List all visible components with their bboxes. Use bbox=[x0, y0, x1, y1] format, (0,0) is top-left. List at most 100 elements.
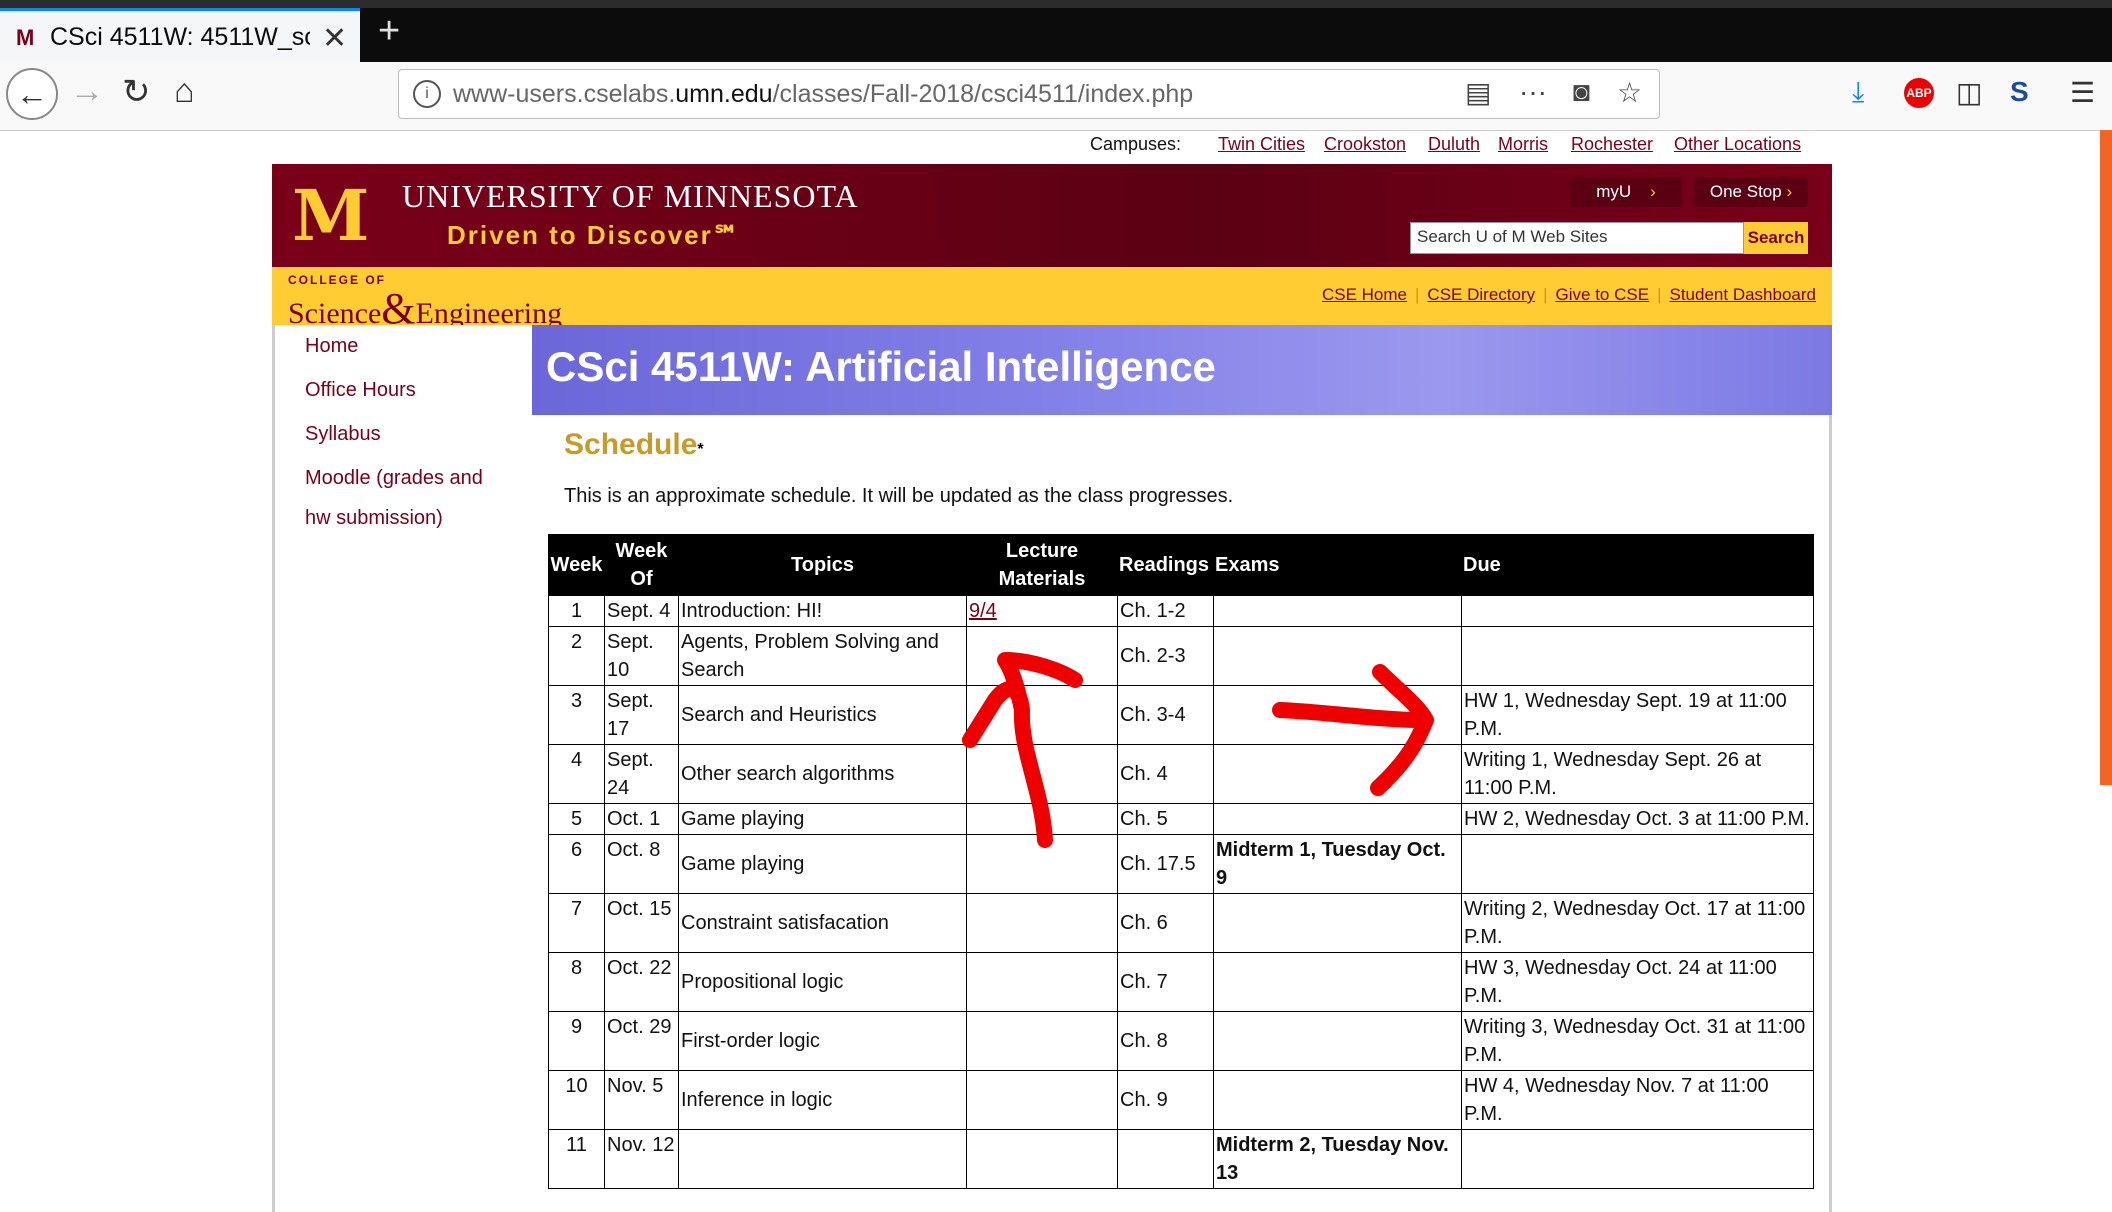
pocket-icon[interactable]: ◙ bbox=[1573, 76, 1590, 108]
topic-cell: Game playing bbox=[678, 803, 967, 835]
download-icon[interactable]: ⤓ bbox=[1852, 76, 1864, 109]
extension-s-icon[interactable]: S bbox=[2010, 76, 2029, 108]
column-header: Due bbox=[1461, 534, 1814, 596]
reader-view-icon[interactable]: ▤ bbox=[1465, 76, 1491, 109]
week-of-cell: Sept. 17 bbox=[604, 685, 679, 745]
week-cell: 2 bbox=[548, 626, 605, 686]
table-row: 8 Oct. 22 Propositional logic Ch. 7 HW 3, We… bbox=[548, 952, 1814, 1012]
give-to-cse-link[interactable]: Give to CSE bbox=[1556, 285, 1650, 304]
university-name[interactable]: UNIVERSITY OF MINNESOTA bbox=[402, 178, 859, 215]
home-icon[interactable]: ⌂ bbox=[174, 72, 195, 111]
topic-cell: Constraint satisfacation bbox=[678, 893, 967, 953]
week-of-cell: Oct. 8 bbox=[604, 834, 679, 894]
lecture-link[interactable]: 9/4 bbox=[969, 600, 997, 622]
myu-button[interactable]: myU › bbox=[1570, 177, 1682, 207]
lecture-cell bbox=[966, 893, 1118, 953]
topic-cell: First-order logic bbox=[678, 1011, 967, 1071]
forward-icon[interactable]: → bbox=[70, 72, 104, 111]
week-of-cell: Nov. 5 bbox=[604, 1070, 679, 1130]
tab-title: CSci 4511W: 4511W_schedule bbox=[50, 23, 310, 51]
table-row: 6 Oct. 8 Game playing Ch. 17.5 Midterm 1, Tu… bbox=[548, 834, 1814, 894]
campus-link[interactable]: Rochester bbox=[1571, 134, 1653, 155]
onestop-button[interactable]: One Stop › bbox=[1694, 177, 1808, 207]
week-cell: 8 bbox=[548, 952, 605, 1012]
column-header: Week bbox=[548, 534, 605, 596]
tagline: Driven to Discover℠ bbox=[447, 220, 742, 250]
due-cell bbox=[1461, 1129, 1814, 1189]
sidebar-item-office-hours[interactable]: Office Hours bbox=[305, 379, 416, 402]
topic-cell: Game playing bbox=[678, 834, 967, 894]
address-bar[interactable]: i www-users.cselabs.umn.edu/classes/Fall… bbox=[398, 69, 1660, 119]
exam-cell bbox=[1213, 1011, 1462, 1071]
close-tab-icon[interactable]: ✕ bbox=[322, 21, 347, 56]
due-cell: Writing 1, Wednesday Sept. 26 at 11:00 P… bbox=[1461, 744, 1814, 804]
week-of-cell: Oct. 15 bbox=[604, 893, 679, 953]
week-cell: 11 bbox=[548, 1129, 605, 1189]
lecture-cell: 9/4 bbox=[966, 595, 1118, 627]
exam-cell: Midterm 2, Tuesday Nov. 13 bbox=[1213, 1129, 1462, 1189]
umn-search-button[interactable]: Search bbox=[1744, 222, 1808, 254]
table-row: 2 Sept. 10 Agents, Problem Solving and Sea… bbox=[548, 626, 1814, 686]
bookmark-star-icon[interactable]: ☆ bbox=[1617, 76, 1642, 109]
column-header: Lecture Materials bbox=[966, 534, 1118, 596]
reading-cell: Ch. 2-3 bbox=[1117, 626, 1214, 686]
campus-link[interactable]: Other Locations bbox=[1674, 134, 1801, 155]
sidebar-item-moodle-2[interactable]: hw submission) bbox=[305, 507, 443, 530]
sidebar-toggle-icon[interactable]: ◫ bbox=[1956, 76, 1982, 109]
cse-directory-link[interactable]: CSE Directory bbox=[1427, 285, 1535, 304]
topic-cell: Introduction: HI! bbox=[678, 595, 967, 627]
topic-cell: Search and Heuristics bbox=[678, 685, 967, 745]
sidebar-item-syllabus[interactable]: Syllabus bbox=[305, 423, 381, 446]
table-row: 10 Nov. 5 Inference in logic Ch. 9 HW 4, Wed… bbox=[548, 1070, 1814, 1130]
red-arrow-up-annotation bbox=[962, 652, 1083, 848]
reading-cell: Ch. 9 bbox=[1117, 1070, 1214, 1130]
student-dashboard-link[interactable]: Student Dashboard bbox=[1670, 285, 1817, 304]
menu-icon[interactable]: ☰ bbox=[2070, 76, 2095, 109]
due-cell bbox=[1461, 626, 1814, 686]
lecture-cell bbox=[966, 1129, 1118, 1189]
week-cell: 5 bbox=[548, 803, 605, 835]
umn-favicon-icon: M bbox=[16, 25, 35, 50]
campus-link[interactable]: Twin Cities bbox=[1218, 134, 1305, 155]
week-cell: 9 bbox=[548, 1011, 605, 1071]
reading-cell: Ch. 1-2 bbox=[1117, 595, 1214, 627]
table-row: 1 Sept. 4 Introduction: HI! 9/4 Ch. 1-2 bbox=[548, 595, 1814, 627]
umn-search-input[interactable]: Search U of M Web Sites bbox=[1410, 222, 1744, 254]
course-title-bar: CSci 4511W: Artificial Intelligence bbox=[532, 325, 1832, 415]
sidebar-item-home[interactable]: Home bbox=[305, 335, 358, 358]
week-of-cell: Sept. 10 bbox=[604, 626, 679, 686]
adblock-icon[interactable]: ABP bbox=[1904, 78, 1934, 108]
due-cell: HW 1, Wednesday Sept. 19 at 11:00 P.M. bbox=[1461, 685, 1814, 745]
week-cell: 1 bbox=[548, 595, 605, 627]
schedule-table: Week Week Of Topics Lecture Materials Re… bbox=[548, 534, 1814, 1189]
due-cell bbox=[1461, 595, 1814, 627]
umn-block-m-logo[interactable]: M bbox=[292, 181, 370, 251]
lecture-cell bbox=[966, 1011, 1118, 1071]
page-actions-icon[interactable]: ··· bbox=[1519, 76, 1547, 108]
section-heading: Schedule* bbox=[564, 428, 704, 461]
site-info-icon[interactable]: i bbox=[413, 80, 441, 108]
back-icon[interactable]: ← bbox=[6, 68, 58, 120]
week-of-cell: Oct. 29 bbox=[604, 1011, 679, 1071]
week-cell: 3 bbox=[548, 685, 605, 745]
reading-cell: Ch. 5 bbox=[1117, 803, 1214, 835]
campus-link[interactable]: Morris bbox=[1498, 134, 1548, 155]
topic-cell: Inference in logic bbox=[678, 1070, 967, 1130]
sidebar-item-moodle[interactable]: Moodle (grades and bbox=[305, 467, 483, 490]
campus-link[interactable]: Crookston bbox=[1324, 134, 1406, 155]
campus-link[interactable]: Duluth bbox=[1428, 134, 1480, 155]
reading-cell: Ch. 8 bbox=[1117, 1011, 1214, 1071]
cse-band: COLLEGE OF Science&Engineering CSE Home |… bbox=[272, 267, 1832, 333]
navigation-toolbar: ← → ↻ ⌂ i www-users.cselabs.umn.edu/clas… bbox=[0, 62, 2112, 131]
column-header: Readings bbox=[1117, 534, 1214, 596]
due-cell: HW 3, Wednesday Oct. 24 at 11:00 P.M. bbox=[1461, 952, 1814, 1012]
browser-tab[interactable]: M CSci 4511W: 4511W_schedule ✕ bbox=[0, 8, 360, 62]
new-tab-icon[interactable]: + bbox=[378, 10, 400, 53]
cse-home-link[interactable]: CSE Home bbox=[1322, 285, 1407, 304]
reading-cell: Ch. 7 bbox=[1117, 952, 1214, 1012]
scrollbar-thumb[interactable] bbox=[2100, 130, 2112, 785]
week-of-cell: Nov. 12 bbox=[604, 1129, 679, 1189]
reload-icon[interactable]: ↻ bbox=[122, 72, 151, 112]
exam-cell bbox=[1213, 595, 1462, 627]
due-cell bbox=[1461, 834, 1814, 894]
